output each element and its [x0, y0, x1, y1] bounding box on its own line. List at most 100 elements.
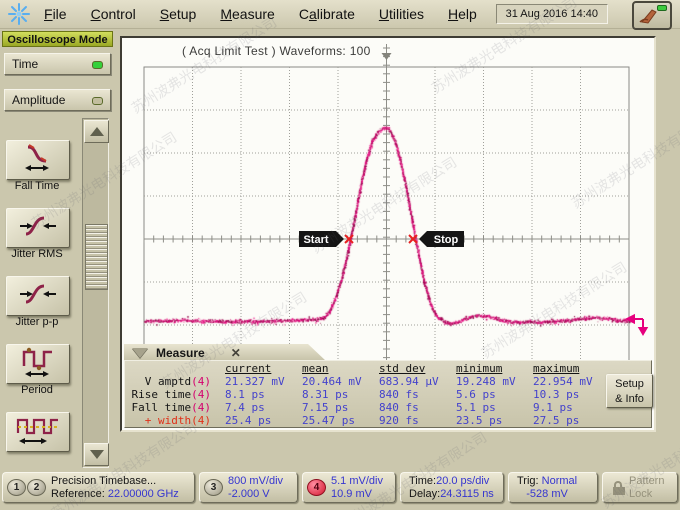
scrollbar-thumb[interactable]: [85, 224, 108, 290]
time-led-indicator: [92, 61, 103, 69]
channel-3-badge[interactable]: 3: [204, 479, 223, 496]
scroll-down-button[interactable]: [84, 443, 109, 466]
measure-value: 840 fs: [365, 388, 442, 401]
measure-value: 21.327 mV: [211, 375, 288, 388]
sidebar-scrollbar: [82, 118, 109, 468]
measure-value: 25.47 ps: [288, 414, 365, 427]
channel-3-offset: -2.000 V: [228, 488, 283, 501]
start-crossing-marker: [345, 235, 353, 243]
time-dropdown[interactable]: Time: [4, 53, 111, 75]
measure-value: 8.1 ps: [211, 388, 288, 401]
measure-value: 10.3 ps: [519, 388, 596, 401]
channel-2-badge[interactable]: 2: [27, 479, 46, 496]
pattern-lock-button[interactable]: Pattern Lock: [602, 472, 678, 503]
measure-value: 7.4 ps: [211, 401, 288, 414]
measure-row-rise-time[interactable]: Rise time(4)8.1 ps8.31 ps840 fs5.6 ps10.…: [125, 388, 596, 401]
trig-label: Trig:: [517, 475, 542, 487]
trig-mode: Normal: [542, 475, 577, 487]
time-label: Time:: [409, 475, 436, 487]
measure-row-fall-time[interactable]: Fall time(4)7.4 ps7.15 ps840 fs5.1 ps9.1…: [125, 401, 596, 414]
stop-crossing-marker: [409, 235, 417, 243]
menu-help[interactable]: Help: [436, 6, 489, 22]
measure-row--width[interactable]: + width(4)25.4 ps25.47 ps920 fs23.5 ps27…: [125, 414, 596, 427]
fall-time-icon: [16, 142, 60, 179]
reference-value: 22.00000 GHz: [108, 488, 179, 500]
stop-marker-label: Stop: [434, 234, 459, 246]
measure-value: 22.954 mV: [519, 375, 596, 388]
delay-label: Delay:: [409, 488, 440, 500]
amplitude-dropdown[interactable]: Amplitude: [4, 89, 111, 111]
reference-label: Reference:: [51, 488, 108, 500]
delay-value: 24.3115 ns: [440, 488, 494, 500]
timebase-scale-button[interactable]: Time:20.0 ps/div Delay:24.3115 ns: [400, 472, 504, 503]
measure-close-button[interactable]: ✕: [231, 346, 241, 360]
measure-value: 5.1 ps: [442, 401, 519, 414]
scroll-up-button[interactable]: [84, 120, 109, 143]
measure-value: 27.5 ps: [519, 414, 596, 427]
jitter-rms-icon: [16, 210, 60, 247]
menu-measure[interactable]: Measure: [208, 6, 286, 22]
trace-wrap-marker: [627, 316, 647, 335]
measure-panel: currentmeanstd devminimummaximumV amptd(…: [124, 360, 652, 428]
tool-fall-time[interactable]: [6, 140, 70, 180]
touch-led-indicator: [657, 5, 667, 11]
amplitude-dropdown-label: Amplitude: [12, 93, 65, 107]
oscilloscope-screen: FileControlSetupMeasureCalibrateUtilitie…: [0, 0, 680, 510]
measure-value: 8.31 ps: [288, 388, 365, 401]
channel-1-badge[interactable]: 1: [7, 479, 26, 496]
timebase-status-button[interactable]: 1 2 Precision Timebase... Reference: 22.…: [2, 472, 195, 503]
menu-items: FileControlSetupMeasureCalibrateUtilitie…: [32, 6, 489, 22]
time-dropdown-label: Time: [12, 57, 38, 71]
measure-value: 7.15 ps: [288, 401, 365, 414]
tool-jitter-p-p[interactable]: [6, 276, 70, 316]
jitter-pp-icon: [16, 278, 60, 315]
sidebar: Oscilloscope Mode Time Amplitude Fall Ti…: [0, 28, 116, 470]
menu-setup[interactable]: Setup: [148, 6, 209, 22]
menu-file[interactable]: File: [32, 6, 79, 22]
arrow-down-icon: [90, 450, 104, 459]
collapse-icon[interactable]: [132, 348, 148, 358]
channel-3-scale: 800 mV/div: [228, 475, 283, 488]
menu-utilities[interactable]: Utilities: [367, 6, 436, 22]
waveform-display: Start Stop ( Acq Limit Test ) Waveforms:…: [120, 36, 656, 432]
measure-header-row: currentmeanstd devminimummaximum: [125, 362, 596, 375]
measure-value: 920 fs: [365, 414, 442, 427]
measure-table: currentmeanstd devminimummaximumV amptd(…: [125, 362, 596, 427]
measure-value: 20.464 mV: [288, 375, 365, 388]
tool-tool-5[interactable]: [6, 412, 70, 452]
amplitude-led-indicator: [92, 97, 103, 105]
channel-4-scale: 5.1 mV/div: [331, 475, 383, 488]
setup-info-line2: & Info: [607, 392, 652, 407]
menu-calibrate[interactable]: Calibrate: [287, 6, 367, 22]
setup-info-button[interactable]: Setup & Info: [606, 374, 653, 408]
measure-panel-title: Measure: [156, 346, 205, 360]
tool-label-fall-time: Fall Time: [0, 180, 74, 193]
measure-tab[interactable]: Measure ✕: [124, 344, 326, 361]
measure-value: 9.1 ps: [519, 401, 596, 414]
pattern-icon: [14, 413, 62, 452]
menu-bar: FileControlSetupMeasureCalibrateUtilitie…: [0, 0, 680, 29]
oscilloscope-mode-header[interactable]: Oscilloscope Mode: [2, 31, 113, 47]
trigger-status-button[interactable]: Trig: Normal -528 mV: [508, 472, 598, 503]
menu-control[interactable]: Control: [79, 6, 148, 22]
measure-value: 23.5 ps: [442, 414, 519, 427]
measure-value: 19.248 mV: [442, 375, 519, 388]
channel-3-status-button[interactable]: 3 800 mV/div -2.000 V: [199, 472, 298, 503]
channel-4-badge[interactable]: 4: [307, 479, 326, 496]
tool-label-jitter-p-p: Jitter p-p: [0, 316, 74, 329]
measure-column-minimum: minimum: [442, 362, 519, 375]
tool-label-jitter-rms: Jitter RMS: [0, 248, 74, 261]
tool-jitter-rms[interactable]: [6, 208, 70, 248]
touch-screen-button[interactable]: [632, 1, 672, 30]
trig-level: -528 mV: [517, 488, 577, 501]
time-value: 20.0 ps/div: [436, 475, 489, 487]
acq-status-text: ( Acq Limit Test ) Waveforms: 100: [182, 44, 371, 58]
arrow-up-icon: [90, 127, 104, 136]
tool-period[interactable]: [6, 344, 70, 384]
tool-label-period: Period: [0, 384, 74, 397]
pattern-lock-line1: Pattern: [629, 475, 664, 488]
channel-4-status-button[interactable]: 4 5.1 mV/div 10.9 mV: [302, 472, 396, 503]
measure-column-mean: mean: [288, 362, 365, 375]
measure-row-v-amptd[interactable]: V amptd(4)21.327 mV20.464 mV683.94 µV19.…: [125, 375, 596, 388]
measure-column-maximum: maximum: [519, 362, 596, 375]
